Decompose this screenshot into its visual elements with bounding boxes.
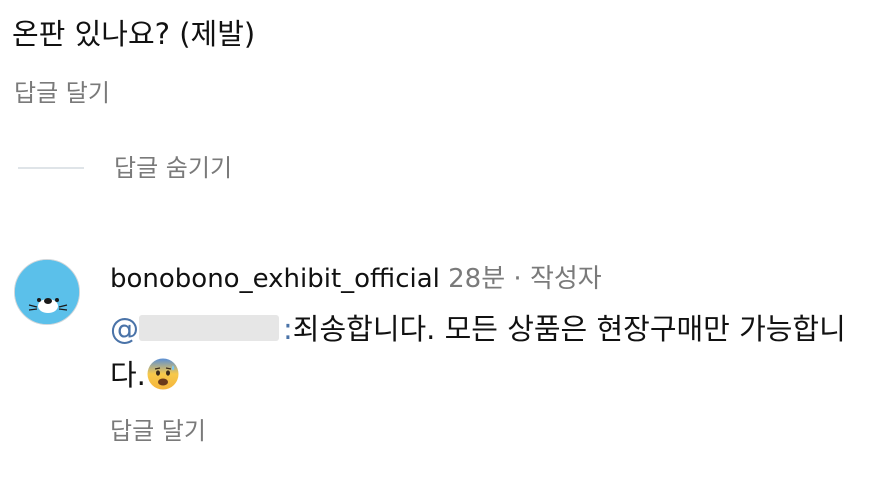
mention-link[interactable]: @: [110,312,293,346]
mention-suffix: : [283,312,293,346]
comment-text: 온판 있나요? (제발) [12,17,256,51]
author-badge: 작성자 [529,264,602,294]
mention-prefix: @ [110,312,139,346]
redacted-username [139,315,279,341]
reply-button[interactable]: 답글 달기 [14,77,110,109]
reply-header: bonobono_exhibit_official 28분 · 작성자 [110,262,602,296]
timestamp: 28분 [448,264,506,294]
hide-replies-label: 답글 숨기기 [114,154,233,182]
reply-body: @:죄송합니다. 모든 상품은 현장구매만 가능합니다. [110,306,870,398]
divider-line [18,167,84,169]
comment-thread: 온판 있나요? (제발) 답글 달기 답글 숨기기 bonobono_exhib… [0,0,896,503]
anxious-face-with-sweat-icon [146,357,180,391]
username-link[interactable]: bonobono_exhibit_official [110,264,440,294]
meta-separator: · [513,264,522,294]
bonobono-avatar-icon [15,260,79,324]
hide-replies-button[interactable]: 답글 숨기기 [18,152,232,184]
reply-button[interactable]: 답글 달기 [110,415,206,447]
avatar[interactable] [14,259,80,325]
